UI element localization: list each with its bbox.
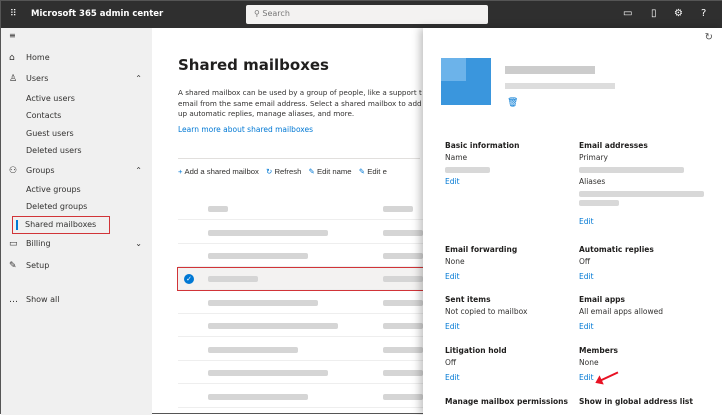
edit-name-button[interactable]: ✎ Edit name <box>309 167 352 176</box>
learn-more-link[interactable]: Learn more about shared mailboxes <box>178 125 313 134</box>
table-row[interactable] <box>178 292 428 314</box>
section-basic-information: Basic information Name Edit <box>445 140 585 188</box>
table-row[interactable] <box>178 339 428 361</box>
table-row-selected[interactable]: ✓ <box>177 267 429 291</box>
avatar <box>441 58 491 105</box>
checkmark-icon[interactable]: ✓ <box>184 274 194 284</box>
wrench-icon: ✎ <box>9 261 17 271</box>
pencil-icon: ✎ <box>308 167 315 176</box>
sidebar-item-deleted-groups[interactable]: Deleted groups <box>1 199 152 215</box>
main-content: Shared mailboxes A shared mailbox can be… <box>152 28 429 415</box>
edit-link[interactable]: Edit <box>579 321 719 333</box>
sidebar-item-active-groups[interactable]: Active groups <box>1 182 152 198</box>
section-email-apps: Email apps All email apps allowed Edit <box>579 294 719 333</box>
help-icon[interactable]: ? <box>701 8 706 19</box>
sidebar: ≡ ⌂ Home ♙ Users ⌃ Active users Contacts Gu… <box>1 28 152 415</box>
section-automatic-replies: Automatic replies Off Edit <box>579 244 719 283</box>
sidebar-item-show-all[interactable]: … Show all <box>1 292 152 308</box>
gear-icon[interactable]: ⚙ <box>674 8 683 19</box>
edit-link[interactable]: Edit <box>579 271 719 283</box>
table-row[interactable] <box>178 315 428 337</box>
app-launcher-icon[interactable]: ⠿ <box>10 9 20 19</box>
refresh-icon: ↻ <box>266 167 273 176</box>
delete-icon[interactable]: 🗑 <box>507 98 518 108</box>
edit-link[interactable]: Edit <box>445 271 585 283</box>
hamburger-icon[interactable]: ≡ <box>1 28 152 44</box>
add-shared-mailbox-button[interactable]: + Add a shared mailbox <box>178 167 259 176</box>
table-row[interactable] <box>178 362 428 384</box>
section-litigation-hold: Litigation hold Off Edit <box>445 345 585 384</box>
sidebar-item-billing[interactable]: ▭ Billing ⌄ <box>1 236 152 252</box>
refresh-icon[interactable]: ↻ <box>705 32 713 43</box>
sidebar-item-active-users[interactable]: Active users <box>1 91 152 107</box>
app-title: Microsoft 365 admin center <box>31 9 164 19</box>
pencil-icon: ✎ <box>358 167 366 176</box>
sidebar-item-contacts[interactable]: Contacts <box>1 108 152 124</box>
edit-email-button[interactable]: ✎ Edit e <box>359 167 387 176</box>
toolbar: + Add a shared mailbox ↻ Refresh ✎ Edit nam… <box>178 158 420 176</box>
search-input[interactable]: ⚲ Search <box>246 5 488 24</box>
mobile-icon[interactable]: ▯ <box>651 8 657 19</box>
section-email-addresses: Email addresses Primary Aliases Edit <box>579 140 719 228</box>
sidebar-item-users[interactable]: ♙ Users ⌃ <box>1 71 152 87</box>
home-icon: ⌂ <box>9 53 15 63</box>
edit-link[interactable]: Edit <box>445 321 585 333</box>
section-sent-items: Sent items Not copied to mailbox Edit <box>445 294 585 333</box>
section-email-forwarding: Email forwarding None Edit <box>445 244 585 283</box>
sidebar-item-guest-users[interactable]: Guest users <box>1 126 152 142</box>
edit-link[interactable]: Edit <box>579 216 719 228</box>
table-row[interactable] <box>178 386 428 408</box>
refresh-button[interactable]: ↻ Refresh <box>266 167 301 176</box>
sidebar-item-groups[interactable]: ⚇ Groups ⌃ <box>1 163 152 179</box>
table-row[interactable] <box>178 245 428 267</box>
table-header <box>178 198 428 220</box>
chevron-up-icon: ⌃ <box>135 166 142 175</box>
edit-link[interactable]: Edit <box>445 176 585 188</box>
sidebar-item-shared-mailboxes[interactable]: Shared mailboxes <box>12 216 110 234</box>
mailbox-email-blurred <box>505 83 615 89</box>
sidebar-item-setup[interactable]: ✎ Setup <box>1 258 152 274</box>
table-row[interactable] <box>178 222 428 244</box>
terminal-icon[interactable]: ▭ <box>623 8 632 19</box>
user-icon: ♙ <box>9 74 18 84</box>
chevron-down-icon: ⌄ <box>135 239 142 248</box>
page-description: A shared mailbox can be used by a group … <box>178 88 422 118</box>
mailbox-name-blurred <box>505 66 595 74</box>
page-title: Shared mailboxes <box>178 56 329 74</box>
edit-link[interactable]: Edit <box>445 372 585 384</box>
section-manage-mailbox-permissions: Manage mailbox permissions <box>445 397 568 406</box>
sidebar-item-home[interactable]: ⌂ Home <box>1 50 152 66</box>
billing-icon: ▭ <box>9 239 18 249</box>
section-show-in-global-address-list: Show in global address list <box>579 397 693 406</box>
mailbox-details-panel: ↻ 🗑 Basic information Name Edit Email addr… <box>423 28 722 415</box>
more-icon: … <box>9 295 18 305</box>
sidebar-item-deleted-users[interactable]: Deleted users <box>1 143 152 159</box>
plus-icon: + <box>178 167 183 176</box>
groups-icon: ⚇ <box>9 166 18 176</box>
top-bar: ⠿ Microsoft 365 admin center ⚲ Search ▭ … <box>1 1 722 28</box>
chevron-up-icon: ⌃ <box>135 74 142 83</box>
